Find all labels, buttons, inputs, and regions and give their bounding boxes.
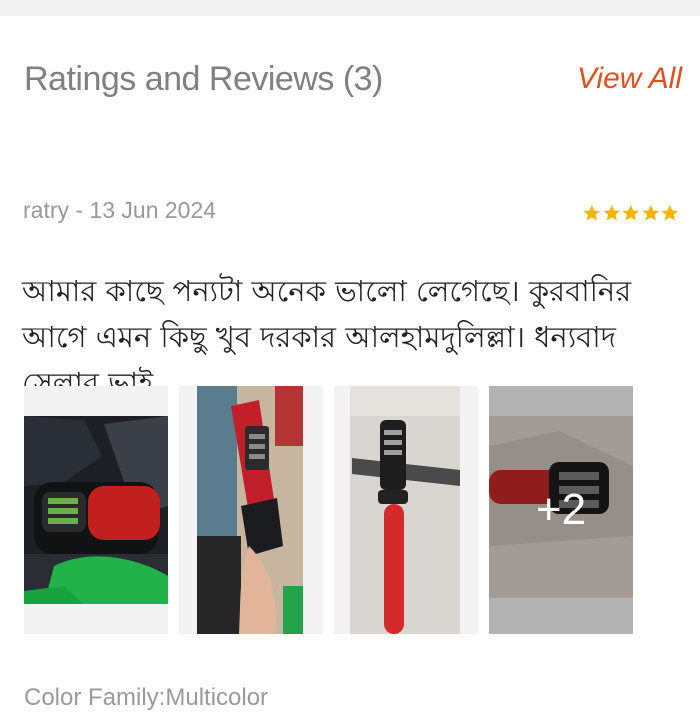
knife-sharpener-photo [179,386,323,634]
review-image-1[interactable] [24,386,168,634]
knife-sharpener-photo [24,386,168,634]
review-image-3[interactable] [334,386,478,634]
star-icon [603,204,620,221]
reviews-header: Ratings and Reviews (3) View All [0,52,700,108]
star-icon [622,204,640,221]
review-image-4[interactable]: +2 [489,386,633,634]
top-bar [0,0,700,16]
more-images-overlay[interactable]: +2 [489,386,633,634]
variant-label: Color Family:Multicolor [24,684,269,711]
star-icon [583,204,600,221]
star-icon [642,204,659,221]
review-image-2[interactable] [179,386,323,634]
star-icon [662,204,679,221]
view-all-link[interactable]: View All [577,62,682,96]
section-title: Ratings and Reviews (3) [24,60,383,98]
review-meta: ratry - 13 Jun 2024 [23,197,217,223]
knife-sharpener-photo [334,386,478,634]
rating-stars [582,198,680,230]
